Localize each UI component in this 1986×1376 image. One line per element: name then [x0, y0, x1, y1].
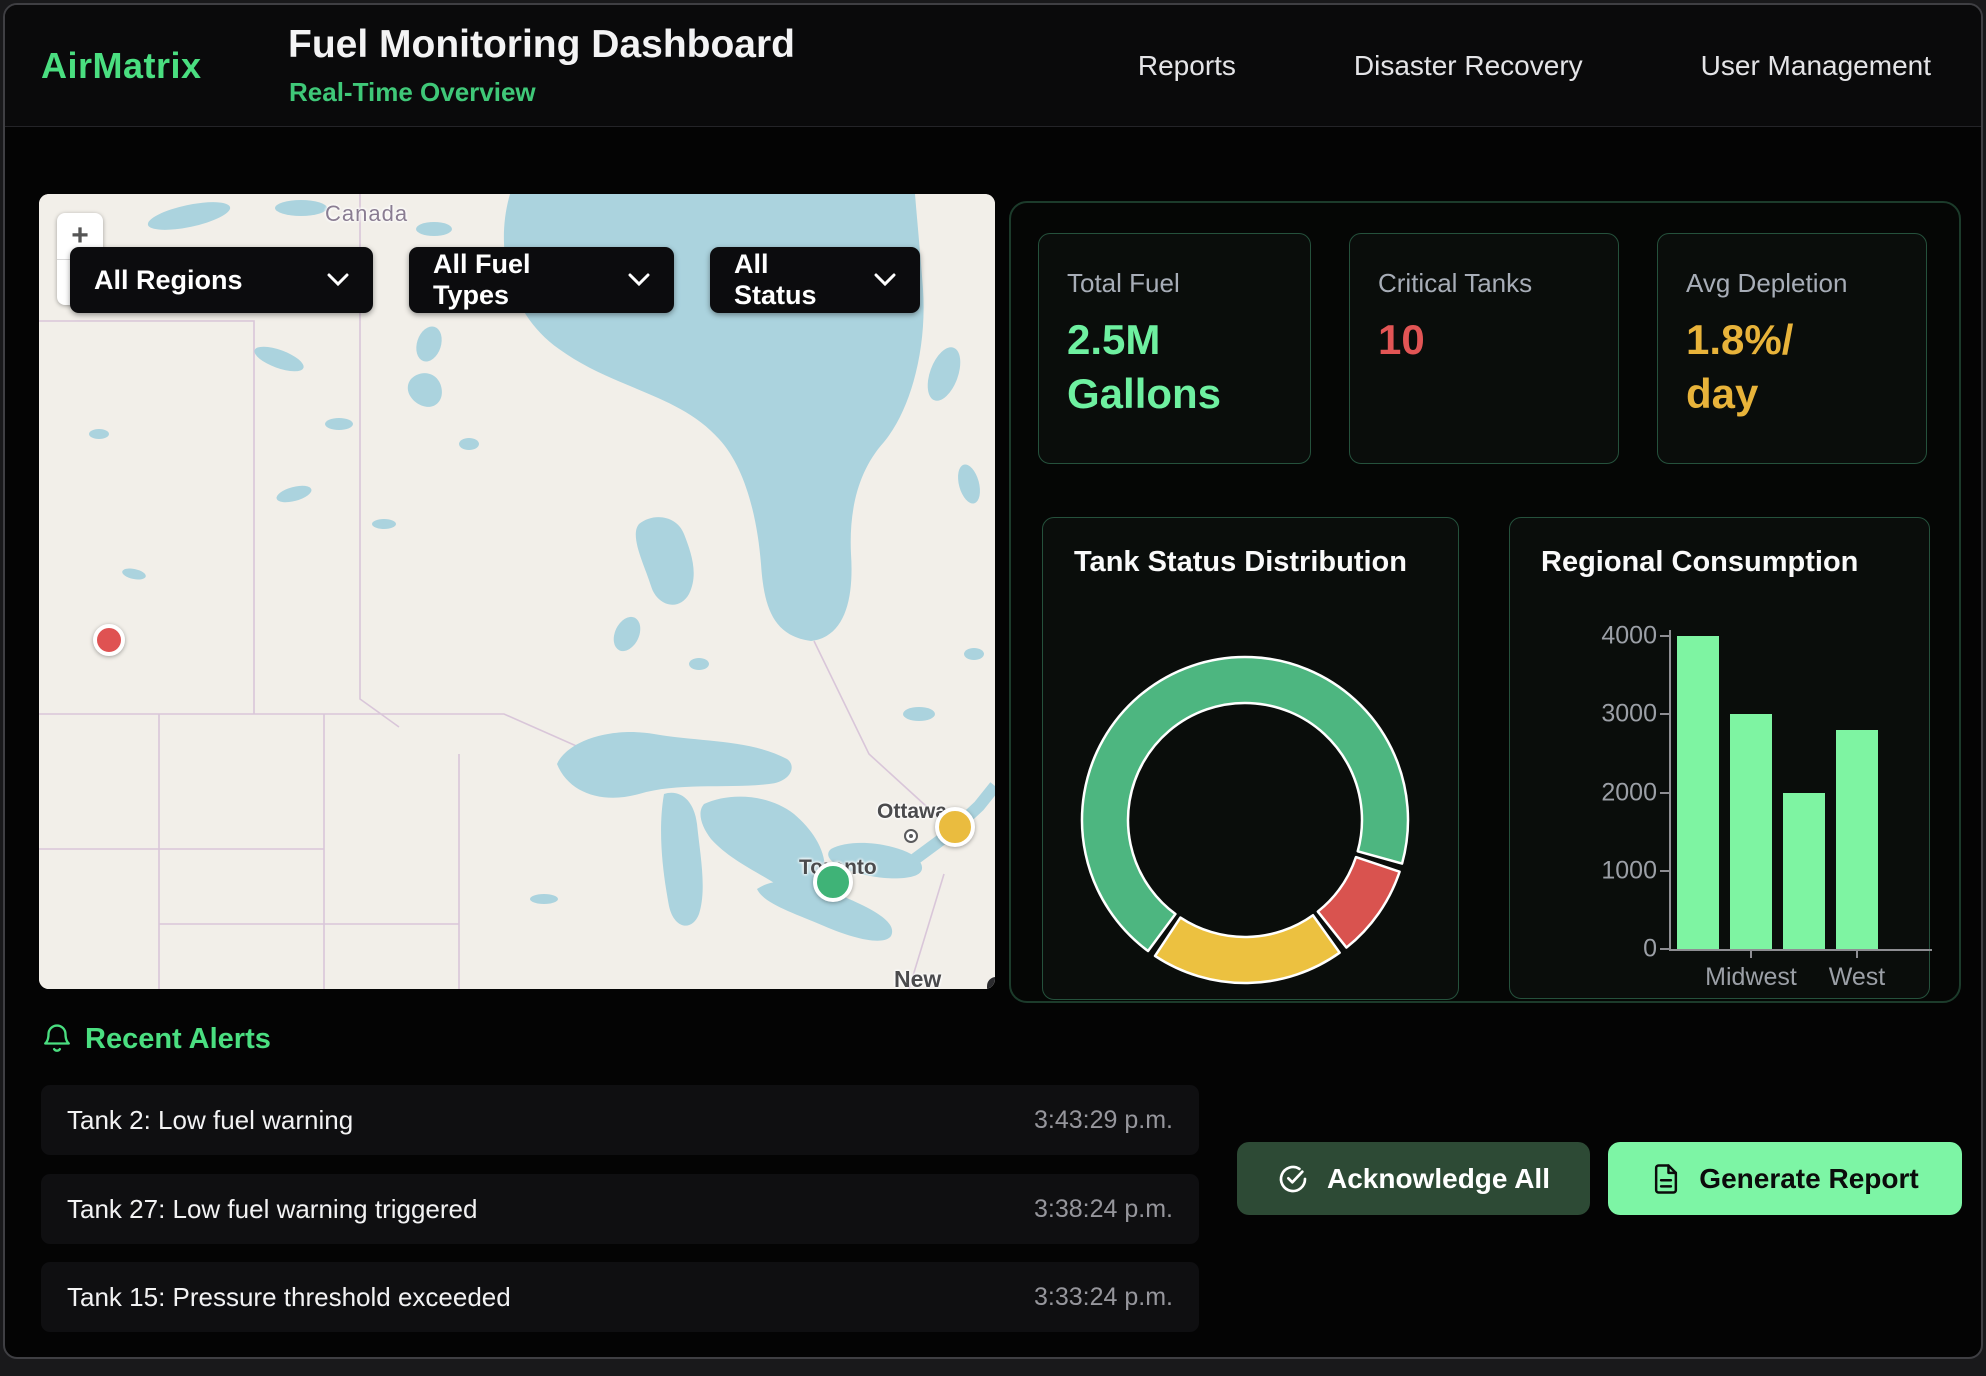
- chart-title: Tank Status Distribution: [1074, 546, 1407, 579]
- y-axis-tick: 2000: [1587, 778, 1657, 807]
- tank-marker[interactable]: [813, 862, 853, 902]
- map-filters: All Regions All Fuel Types All Status: [70, 247, 920, 313]
- nav-reports[interactable]: Reports: [1138, 50, 1236, 82]
- donut-segment-critical-red: [1318, 857, 1400, 947]
- alert-timestamp: 3:38:24 p.m.: [1034, 1195, 1173, 1224]
- y-axis-tick: 1000: [1587, 856, 1657, 885]
- main-nav: Reports Disaster Recovery User Managemen…: [1138, 5, 1931, 127]
- nav-user-management[interactable]: User Management: [1701, 50, 1931, 82]
- chevron-down-icon: [628, 273, 650, 287]
- acknowledge-all-button[interactable]: Acknowledge All: [1237, 1142, 1590, 1215]
- app-window: AirMatrix Fuel Monitoring Dashboard Real…: [3, 3, 1983, 1359]
- stat-value-critical-tanks: 10: [1378, 313, 1548, 367]
- region-filter-value: All Regions: [94, 265, 243, 296]
- bar-region-2: [1783, 793, 1825, 950]
- alert-text: Tank 2: Low fuel warning: [67, 1105, 353, 1136]
- map-label-new-york: New York: [894, 966, 995, 989]
- bar-region-3: [1836, 730, 1878, 949]
- donut-chart: [1075, 650, 1415, 990]
- acknowledge-all-label: Acknowledge All: [1327, 1163, 1550, 1195]
- x-axis-label: Midwest: [1705, 963, 1797, 992]
- alerts-heading: Recent Alerts: [85, 1023, 271, 1056]
- alert-timestamp: 3:43:29 p.m.: [1034, 1106, 1173, 1135]
- status-filter-value: All Status: [734, 249, 848, 311]
- stat-card-avg-depletion: Avg Depletion 1.8%/ day: [1657, 233, 1927, 464]
- stat-label: Avg Depletion: [1686, 268, 1898, 299]
- chevron-down-icon: [874, 273, 896, 287]
- alert-timestamp: 3:33:24 p.m.: [1034, 1283, 1173, 1312]
- donut-segment-warning-yellow: [1155, 915, 1340, 983]
- page-title: Fuel Monitoring Dashboard: [288, 23, 795, 67]
- stat-label: Critical Tanks: [1378, 268, 1590, 299]
- document-icon: [1651, 1163, 1681, 1195]
- stat-value-avg-depletion: 1.8%/ day: [1686, 313, 1856, 421]
- alert-row[interactable]: Tank 27: Low fuel warning triggered 3:38…: [41, 1174, 1199, 1244]
- alert-row[interactable]: Tank 2: Low fuel warning 3:43:29 p.m.: [41, 1085, 1199, 1155]
- chevron-down-icon: [327, 273, 349, 287]
- ottawa-town-icon: [904, 829, 918, 843]
- alert-text: Tank 15: Pressure threshold exceeded: [67, 1282, 511, 1313]
- map-label-canada: Canada: [325, 201, 408, 227]
- overview-panel: Total Fuel 2.5M Gallons Critical Tanks 1…: [1009, 201, 1961, 1003]
- tank-marker[interactable]: [93, 624, 125, 656]
- status-filter-dropdown[interactable]: All Status: [710, 247, 920, 313]
- alert-row[interactable]: Tank 15: Pressure threshold exceeded 3:3…: [41, 1262, 1199, 1332]
- region-filter-dropdown[interactable]: All Regions: [70, 247, 373, 313]
- fuel-type-filter-value: All Fuel Types: [433, 249, 602, 311]
- page-subtitle: Real-Time Overview: [289, 77, 536, 108]
- stat-card-critical-tanks: Critical Tanks 10: [1349, 233, 1619, 464]
- alert-text: Tank 27: Low fuel warning triggered: [67, 1194, 477, 1225]
- regional-consumption-chart-card: Regional Consumption 01000200030004000Mi…: [1509, 517, 1930, 999]
- bar-region-0: [1677, 636, 1719, 949]
- bell-icon: [41, 1021, 73, 1060]
- x-axis-label: West: [1829, 963, 1886, 992]
- y-axis-tick: 0: [1587, 935, 1657, 964]
- y-axis-tick: 3000: [1587, 700, 1657, 729]
- stat-value-total-fuel: 2.5M Gallons: [1067, 313, 1237, 421]
- stat-card-total-fuel: Total Fuel 2.5M Gallons: [1038, 233, 1311, 464]
- fuel-type-filter-dropdown[interactable]: All Fuel Types: [409, 247, 674, 313]
- generate-report-button[interactable]: Generate Report: [1608, 1142, 1962, 1215]
- fuel-map[interactable]: Canada Ottawa Toronto New York + − All R…: [39, 194, 995, 989]
- bar-chart: 0 1000 2000 3000 4000 Midwest West: [1510, 518, 1931, 1000]
- check-circle-icon: [1277, 1163, 1309, 1195]
- tank-status-chart-card: Tank Status Distribution: [1042, 517, 1459, 1000]
- bar-region-1: [1730, 714, 1772, 949]
- tank-marker[interactable]: [935, 807, 975, 847]
- generate-report-label: Generate Report: [1699, 1163, 1918, 1195]
- stat-label: Total Fuel: [1067, 268, 1282, 299]
- header: AirMatrix Fuel Monitoring Dashboard Real…: [5, 5, 1981, 127]
- brand-logo: AirMatrix: [41, 45, 202, 87]
- y-axis-tick: 4000: [1587, 622, 1657, 651]
- nav-disaster-recovery[interactable]: Disaster Recovery: [1354, 50, 1583, 82]
